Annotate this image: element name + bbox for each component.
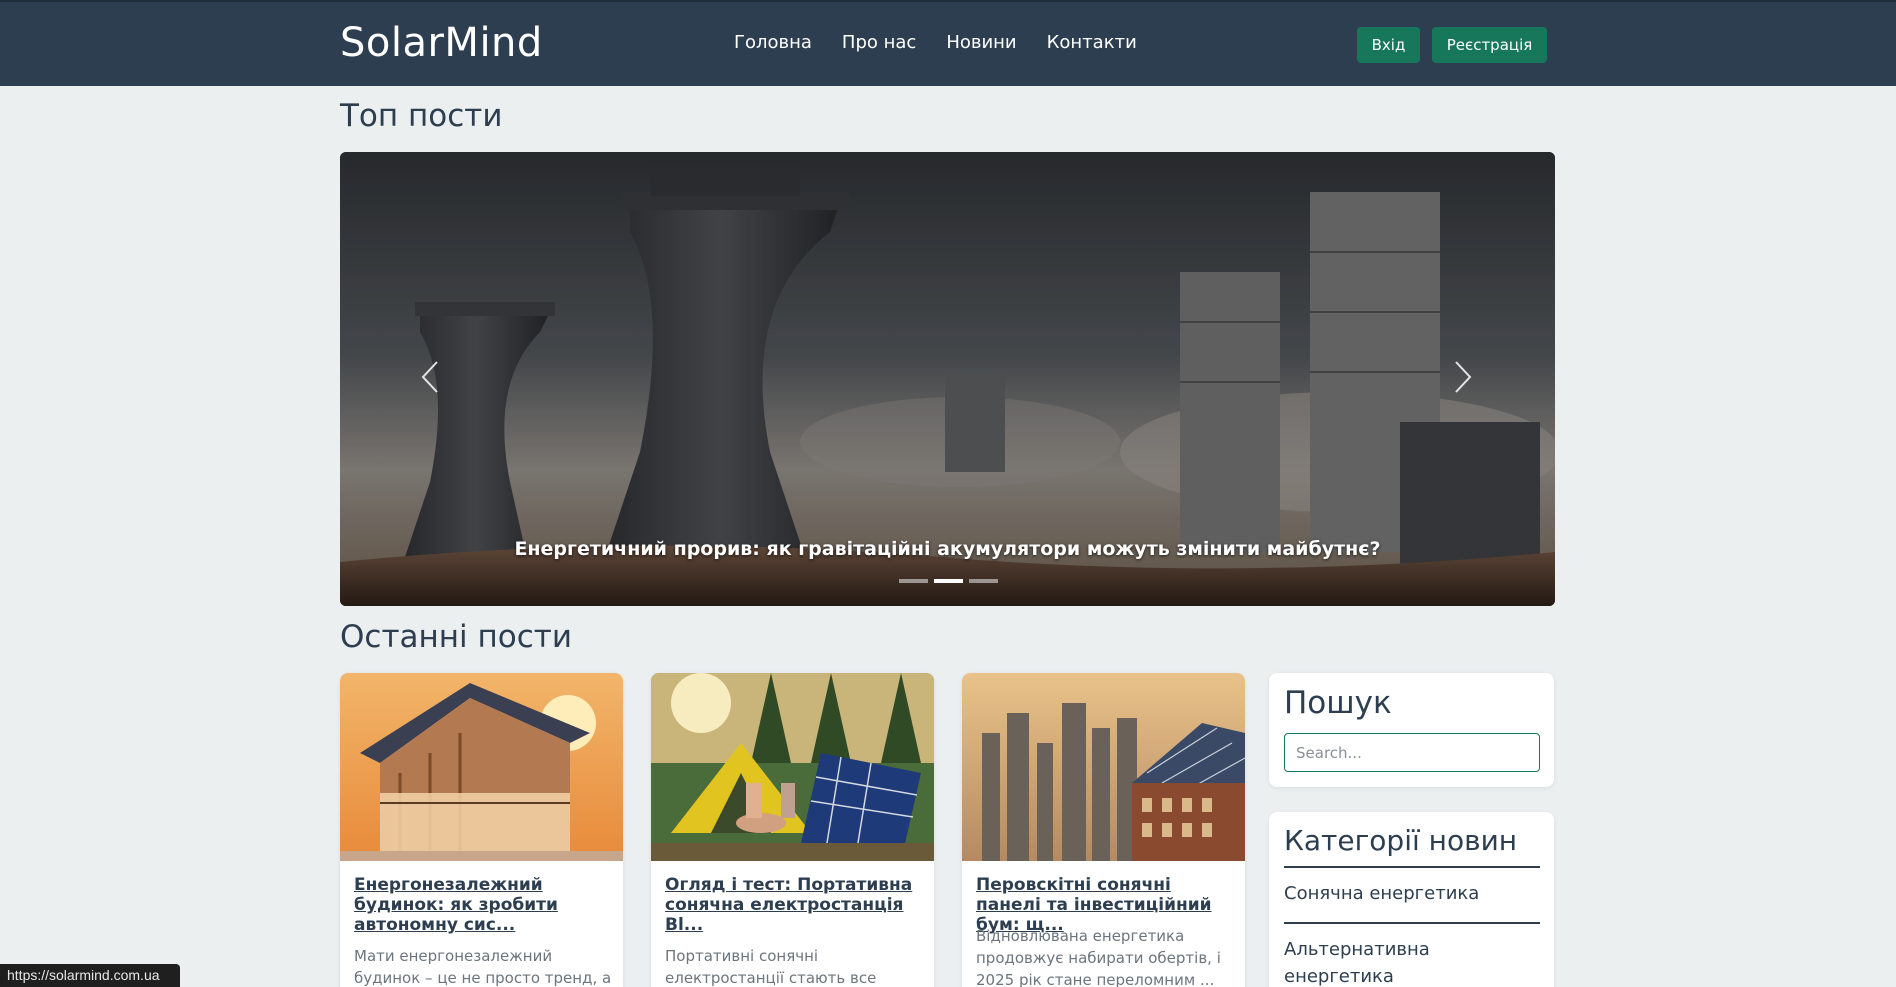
category-solar-energy[interactable]: Сонячна енергетика xyxy=(1284,880,1540,907)
nav-news[interactable]: Новини xyxy=(946,32,1016,53)
search-widget: Пошук xyxy=(1269,673,1554,787)
login-button[interactable]: Вхід xyxy=(1357,27,1420,63)
post-card[interactable]: Огляд і тест: Портативна сонячна електро… xyxy=(651,673,934,987)
post-excerpt: Відновлювана енергетика продовжує набира… xyxy=(976,927,1221,987)
main-nav: Головна Про нас Новини Контакти xyxy=(734,32,1137,53)
search-widget-title: Пошук xyxy=(1284,685,1392,721)
divider xyxy=(1284,866,1540,868)
carousel-next-button[interactable] xyxy=(1438,352,1488,402)
categories-widget-title: Категорії новин xyxy=(1284,824,1518,857)
carousel-prev-button[interactable] xyxy=(405,352,455,402)
register-button[interactable]: Реєстрація xyxy=(1432,27,1547,63)
brand-logo[interactable]: SolarMind xyxy=(340,20,543,66)
post-image-camping-solar[interactable] xyxy=(651,673,934,861)
category-alternative-energy[interactable]: Альтернативна енергетика xyxy=(1284,936,1540,987)
search-input[interactable] xyxy=(1284,733,1540,772)
post-image-solar-house[interactable] xyxy=(340,673,623,861)
top-posts-heading: Топ пости xyxy=(340,98,503,134)
latest-posts-heading: Останні пости xyxy=(340,619,572,655)
top-posts-carousel[interactable]: Енергетичний прорив: як гравітаційні аку… xyxy=(340,152,1555,606)
nav-contacts[interactable]: Контакти xyxy=(1047,32,1137,53)
carousel-indicator-1[interactable] xyxy=(899,579,928,583)
chevron-left-icon xyxy=(421,361,438,393)
post-excerpt: Портативні сонячні електростанції стають… xyxy=(665,947,877,987)
carousel-caption[interactable]: Енергетичний прорив: як гравітаційні аку… xyxy=(340,538,1555,560)
post-image-city-panels[interactable] xyxy=(962,673,1245,861)
categories-widget: Категорії новин Сонячна енергетика Альте… xyxy=(1269,812,1554,987)
post-title[interactable]: Енергонезалежний будинок: як зробити авт… xyxy=(354,875,614,935)
nav-home[interactable]: Головна xyxy=(734,32,812,53)
carousel-indicators xyxy=(899,579,998,583)
post-title[interactable]: Огляд і тест: Портативна сонячна електро… xyxy=(665,875,925,935)
navbar: SolarMind Головна Про нас Новини Контакт… xyxy=(0,0,1896,86)
post-card[interactable]: Перовскітні сонячні панелі та інвестицій… xyxy=(962,673,1245,987)
browser-status-url: https://solarmind.com.ua xyxy=(0,964,180,987)
post-excerpt: Мати енергонезалежний будинок – це не пр… xyxy=(354,947,612,987)
carousel-indicator-2[interactable] xyxy=(934,579,963,583)
post-card[interactable]: Енергонезалежний будинок: як зробити авт… xyxy=(340,673,623,987)
carousel-indicator-3[interactable] xyxy=(969,579,998,583)
chevron-right-icon xyxy=(1455,361,1472,393)
divider xyxy=(1284,922,1540,924)
nav-about[interactable]: Про нас xyxy=(842,32,916,53)
